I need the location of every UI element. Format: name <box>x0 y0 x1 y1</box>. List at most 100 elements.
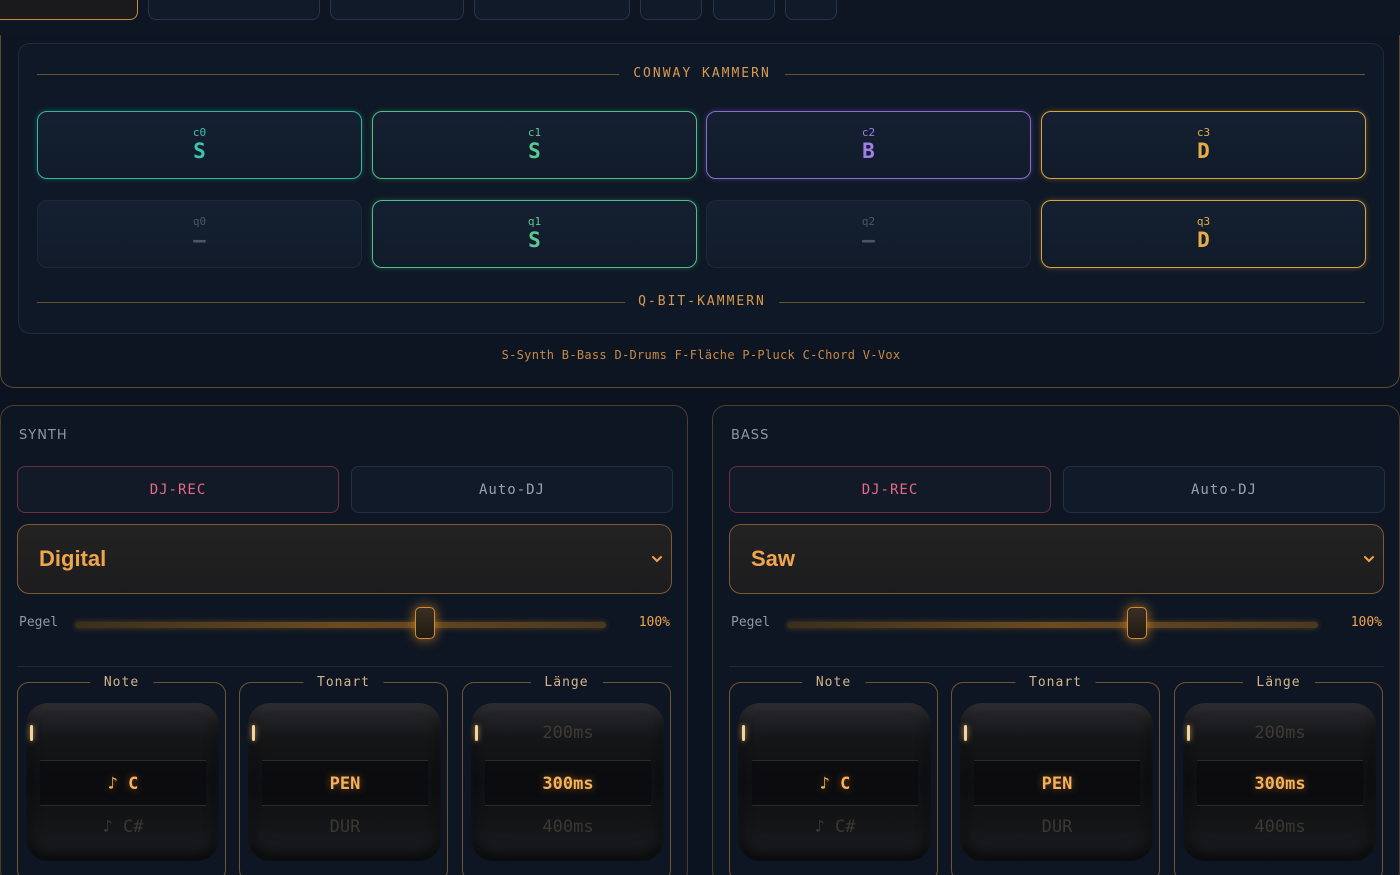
auto-dj-button[interactable]: Auto-DJ <box>351 466 673 513</box>
level-slider-handle[interactable] <box>415 607 436 639</box>
wheel-indicator <box>1187 725 1190 741</box>
level-slider[interactable] <box>787 607 1318 639</box>
chamber-value: D <box>1197 228 1210 252</box>
chevron-down-icon <box>652 556 662 563</box>
level-value: 100% <box>638 615 670 630</box>
wheel-indicator <box>742 725 745 741</box>
wheel-option-prev[interactable]: 200ms <box>485 723 651 743</box>
wheel-option-prev[interactable]: 200ms <box>1197 723 1363 743</box>
wheel-picker[interactable]: PEN DUR <box>248 703 441 861</box>
panel-title: BASS <box>731 428 770 443</box>
chamber-cell-c0[interactable]: c0 S <box>37 111 362 179</box>
dj-rec-button[interactable]: DJ-REC <box>17 466 339 513</box>
wheel-1: Tonart PEN DUR <box>239 675 448 875</box>
instrument-panel-bass: BASS DJ-REC Auto-DJ Saw Pegel 100% Note … <box>712 405 1400 875</box>
chamber-cell-q3[interactable]: q3 D <box>1041 200 1366 268</box>
level-value: 100% <box>1350 615 1382 630</box>
conway-panel: CONWAY KAMMERN c0 Sc1 Sc2 Bc3 D q0— q1 Sq2— q3 D… <box>0 35 1400 388</box>
chamber-id: c3 <box>1196 126 1211 139</box>
divider-line <box>37 302 625 303</box>
tab-3[interactable] <box>330 0 464 20</box>
chamber-value: D <box>1197 139 1210 163</box>
wheel-picker[interactable]: 200ms 300ms 400ms <box>1183 703 1376 861</box>
wheel-picker[interactable]: PEN DUR <box>960 703 1153 861</box>
wheel-option-next[interactable]: DUR <box>974 817 1140 837</box>
wheel-indicator <box>475 725 478 741</box>
tab-6[interactable] <box>713 0 775 20</box>
wheel-option-selected[interactable]: PEN <box>262 760 428 806</box>
tab-active[interactable] <box>0 0 138 20</box>
chamber-cell-c2[interactable]: c2 B <box>706 111 1031 179</box>
wheel-0: Note ♪ C ♪ C# <box>17 675 226 875</box>
chamber-id: q3 <box>1196 215 1211 228</box>
wheel-option-selected[interactable]: PEN <box>974 760 1140 806</box>
chamber-id: q0 <box>192 215 207 228</box>
level-slider-handle[interactable] <box>1127 607 1148 639</box>
wheel-label: Tonart <box>1015 675 1096 690</box>
instrument-legend: S-Synth B-Bass D-Drums F-Fläche P-Pluck … <box>501 348 901 362</box>
chamber-cell-c1[interactable]: c1 S <box>372 111 697 179</box>
chamber-id: c2 <box>861 126 876 139</box>
chamber-id: c1 <box>527 126 542 139</box>
wheel-indicator <box>252 725 255 741</box>
chamber-value: B <box>862 139 875 163</box>
divider-line <box>785 74 1365 75</box>
wheel-label: Note <box>89 675 154 690</box>
divider <box>729 666 1384 667</box>
sound-select-value: Digital <box>39 546 107 571</box>
tab-7[interactable] <box>785 0 837 20</box>
chamber-value: S <box>193 139 206 163</box>
dj-rec-button[interactable]: DJ-REC <box>729 466 1051 513</box>
divider-line <box>37 74 619 75</box>
wheel-option-selected[interactable]: ♪ C <box>40 760 206 806</box>
divider-line <box>779 302 1365 303</box>
chamber-cell-q0[interactable]: q0— <box>37 200 362 268</box>
instrument-panel-synth: SYNTH DJ-REC Auto-DJ Digital Pegel 100% … <box>0 405 688 875</box>
chamber-value: S <box>528 228 541 252</box>
level-label: Pegel <box>19 615 59 630</box>
chamber-cell-q1[interactable]: q1 S <box>372 200 697 268</box>
wheel-label: Länge <box>530 675 603 690</box>
chamber-id: c0 <box>192 126 207 139</box>
wheel-option-next[interactable]: 400ms <box>485 817 651 837</box>
wheel-label: Tonart <box>303 675 384 690</box>
chamber-id: q2 <box>861 215 876 228</box>
wheel-label: Note <box>801 675 866 690</box>
chamber-cell-c3[interactable]: c3 D <box>1041 111 1366 179</box>
wheel-option-selected[interactable]: ♪ C <box>752 760 918 806</box>
qbit-chambers-label: Q-BIT-KAMMERN <box>638 294 766 309</box>
chamber-cell-q2[interactable]: q2— <box>706 200 1031 268</box>
conway-chambers-label: CONWAY KAMMERN <box>633 66 771 81</box>
wheel-picker[interactable]: 200ms 300ms 400ms <box>471 703 664 861</box>
sound-select[interactable]: Digital <box>17 524 672 594</box>
wheel-option-next[interactable]: DUR <box>262 817 428 837</box>
wheel-option-next[interactable]: 400ms <box>1197 817 1363 837</box>
wheel-option-next[interactable]: ♪ C# <box>40 817 206 837</box>
wheel-option-selected[interactable]: 300ms <box>485 760 651 806</box>
sound-select[interactable]: Saw <box>729 524 1384 594</box>
wheel-2: Länge 200ms 300ms 400ms <box>1174 675 1383 875</box>
conway-grid: CONWAY KAMMERN c0 Sc1 Sc2 Bc3 D q0— q1 Sq2— q3 D… <box>18 43 1384 334</box>
wheel-picker[interactable]: ♪ C ♪ C# <box>26 703 219 861</box>
level-label: Pegel <box>731 615 771 630</box>
chamber-value: S <box>528 139 541 163</box>
chamber-id: q1 <box>527 215 542 228</box>
tab-4[interactable] <box>474 0 630 20</box>
sound-select-value: Saw <box>751 546 796 571</box>
tab-5[interactable] <box>640 0 702 20</box>
wheel-picker[interactable]: ♪ C ♪ C# <box>738 703 931 861</box>
wheel-0: Note ♪ C ♪ C# <box>729 675 938 875</box>
wheel-option-next[interactable]: ♪ C# <box>752 817 918 837</box>
wheel-indicator <box>964 725 967 741</box>
level-slider[interactable] <box>75 607 606 639</box>
top-tab-bar <box>0 0 1400 36</box>
chamber-value: — <box>193 228 206 252</box>
wheel-2: Länge 200ms 300ms 400ms <box>462 675 671 875</box>
chamber-value: — <box>862 228 875 252</box>
wheel-1: Tonart PEN DUR <box>951 675 1160 875</box>
auto-dj-button[interactable]: Auto-DJ <box>1063 466 1385 513</box>
divider <box>17 666 672 667</box>
wheel-indicator <box>30 725 33 741</box>
wheel-option-selected[interactable]: 300ms <box>1197 760 1363 806</box>
tab-2[interactable] <box>148 0 320 20</box>
